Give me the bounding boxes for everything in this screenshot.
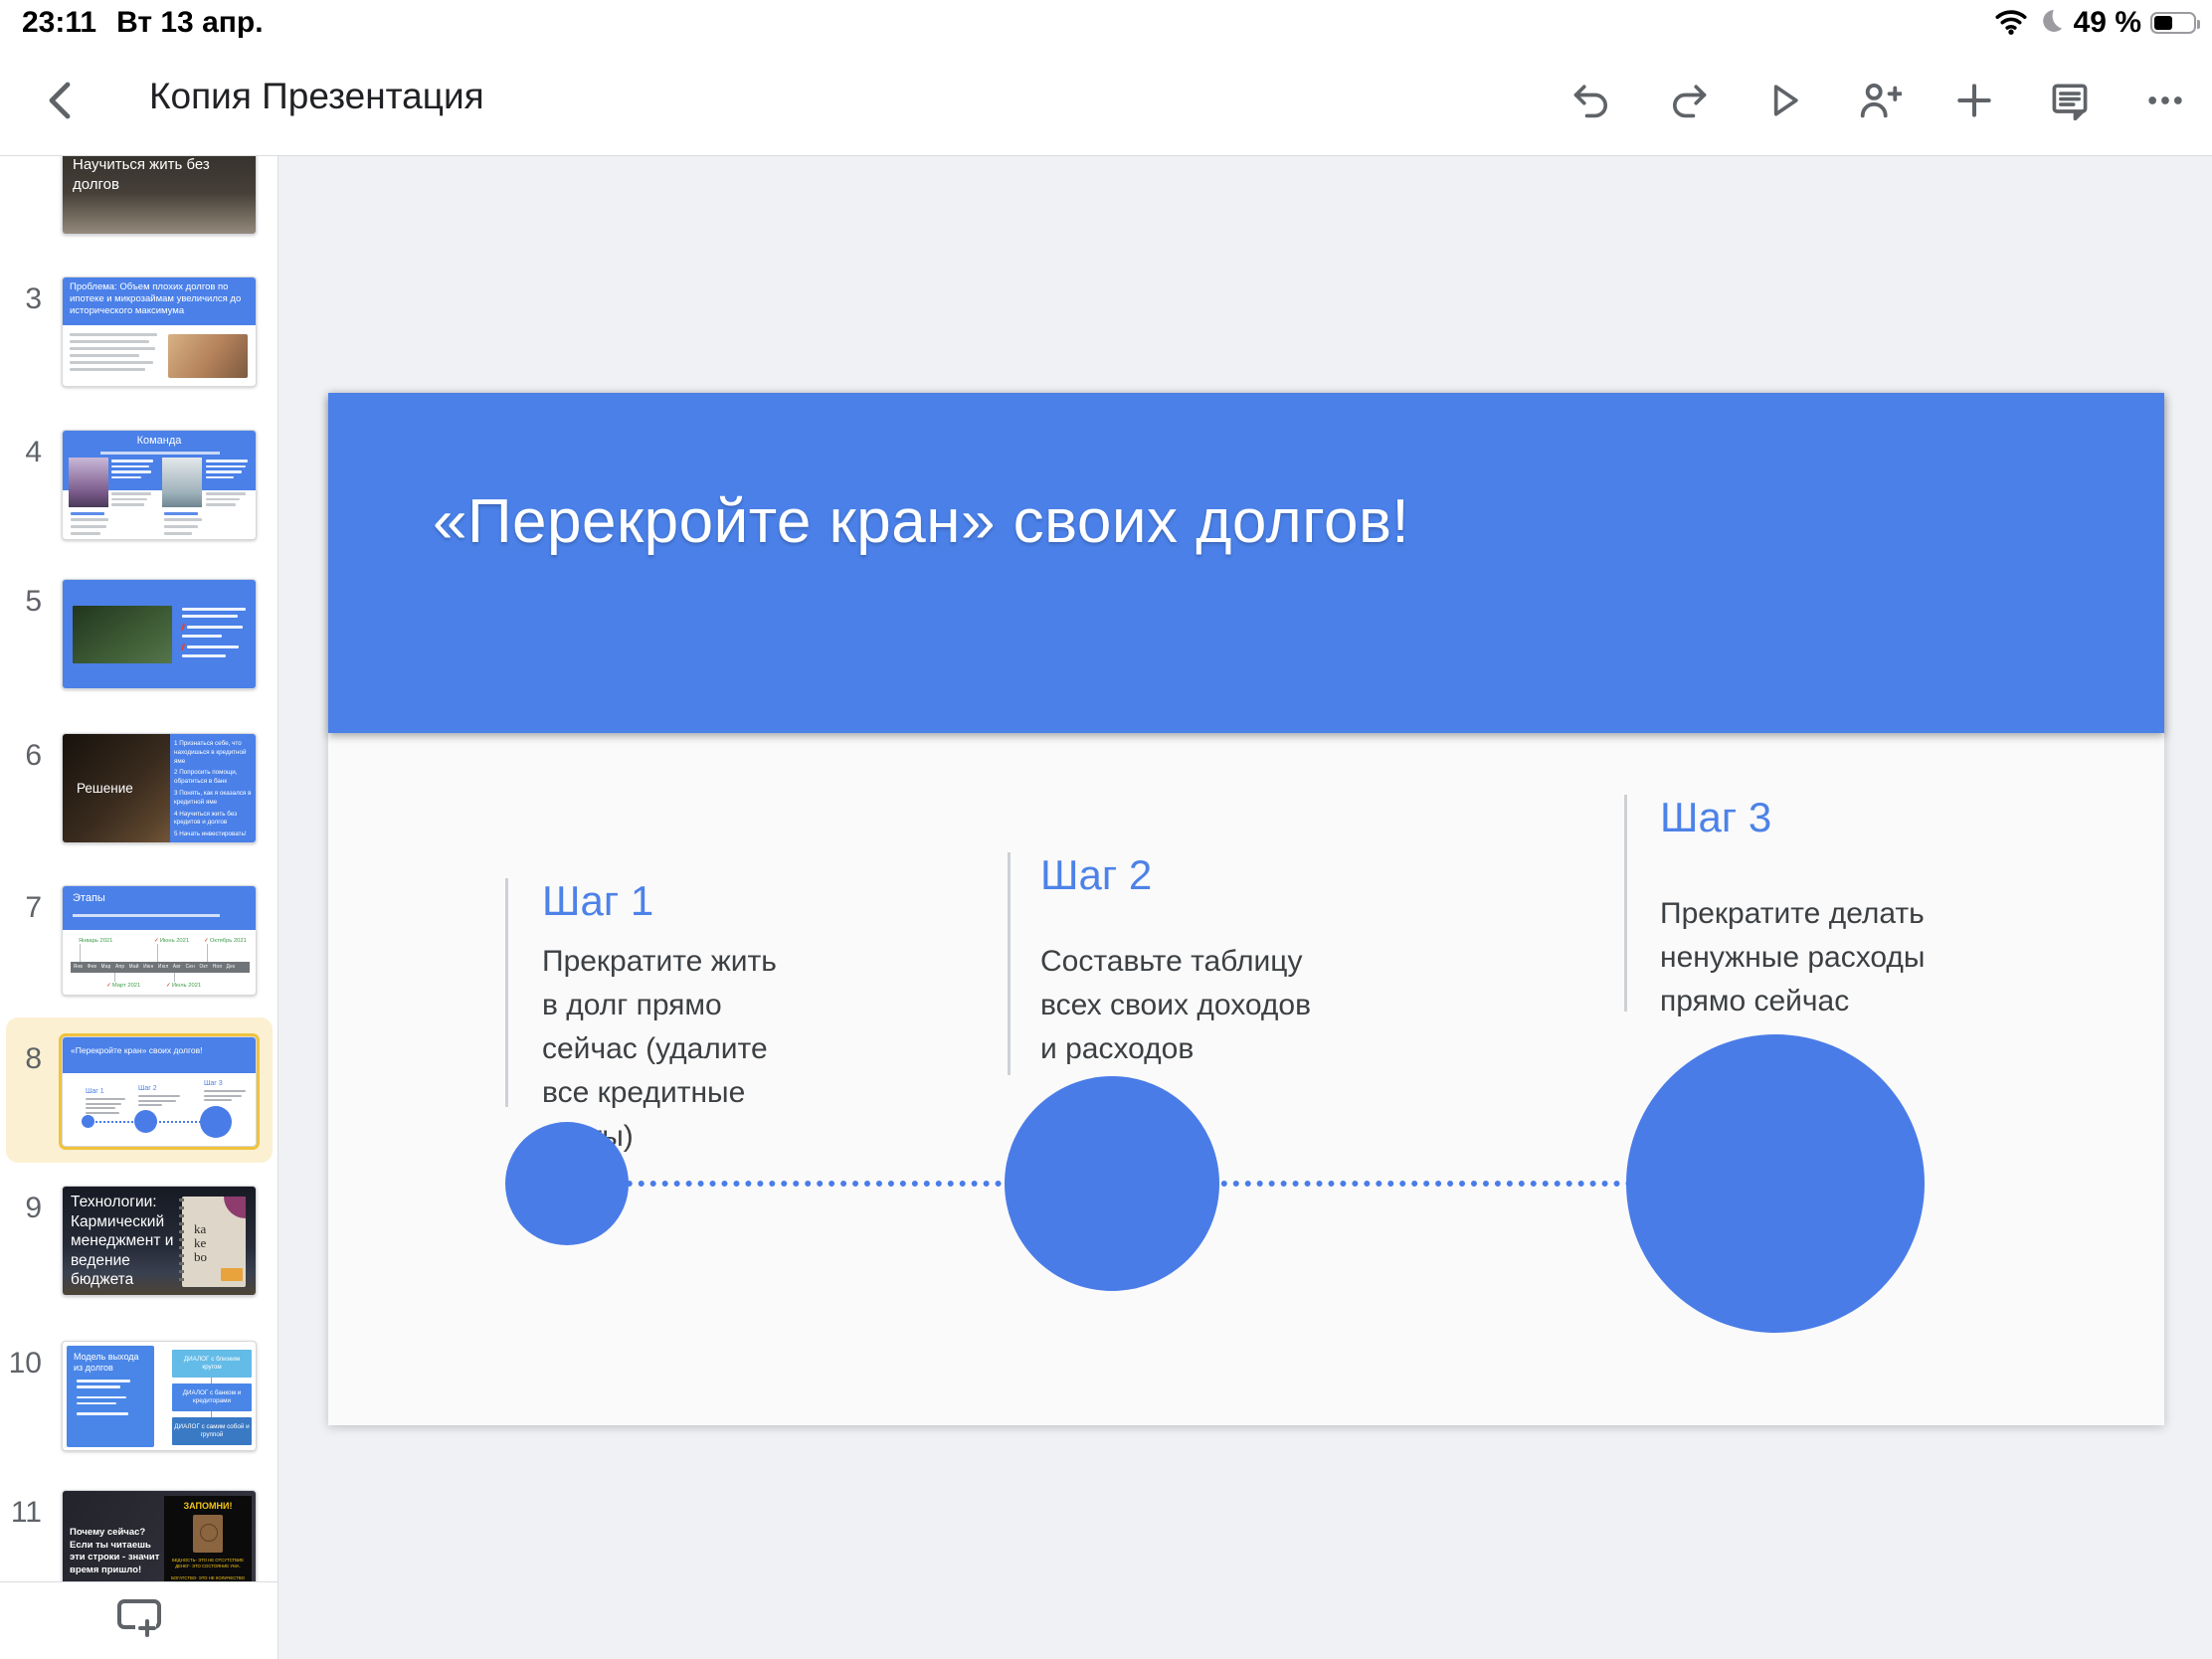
thumb3-body-lines bbox=[70, 333, 159, 375]
step-2-circle[interactable] bbox=[1005, 1076, 1219, 1291]
thumb2-text: Наша главная цель: Финансовая свобода/ Н… bbox=[73, 156, 232, 194]
slide-thumbnail-7[interactable]: Этапы Январь 2021 ✓Июнь 2021 ✓Октябрь 20… bbox=[62, 885, 257, 996]
slide-thumbnail-10[interactable]: Модель выхода из долгов ДИАЛОГ с близким… bbox=[62, 1341, 257, 1451]
thumb10-left-panel: Модель выхода из долгов bbox=[67, 1346, 154, 1447]
step-2-text[interactable]: Составьте таблицу всех своих доходов и р… bbox=[1040, 940, 1328, 1071]
step-1-label[interactable]: Шаг 1 bbox=[542, 878, 782, 924]
present-button[interactable] bbox=[1760, 78, 1806, 123]
slide-thumbnail-8-selected[interactable]: «Перекройте кран» своих долгов! Шаг 1 Ша… bbox=[62, 1036, 257, 1147]
thumb7-milestone: ✓Октябрь 2021 bbox=[204, 938, 247, 944]
thumb3-title: Проблема: Объем плохих долгов по ипотеке… bbox=[63, 277, 256, 325]
thumb9-text: Технологии: Кармический менеджмент и вед… bbox=[71, 1193, 182, 1290]
thumb8-step-2: Шаг 2 bbox=[138, 1085, 180, 1109]
step-3-block[interactable]: Шаг 3 Прекратите делать ненужные расходы… bbox=[1624, 795, 1933, 1012]
battery-percent: 49 % bbox=[2074, 6, 2141, 40]
thumb4-text-col-1 bbox=[111, 460, 155, 509]
thumb5-text-lines bbox=[182, 608, 252, 661]
step-3-label[interactable]: Шаг 3 bbox=[1660, 795, 1933, 840]
thumb4-text-col-2 bbox=[206, 460, 250, 509]
thumb11-text: Почему сейчас? Если ты читаешь эти строк… bbox=[70, 1527, 163, 1576]
status-date: Вт 13 апр. bbox=[116, 6, 263, 40]
thumb10-dialog-box-1: ДИАЛОГ с близким кругом bbox=[172, 1350, 252, 1378]
thumb7-milestone: ✓Июль 2021 bbox=[166, 983, 201, 989]
thumb7-milestone: ✓Июнь 2021 bbox=[154, 938, 189, 944]
slide-number: 9 bbox=[0, 1192, 42, 1225]
google-slides-app: 23:11 Вт 13 апр. 49 % Копия Презентация bbox=[0, 0, 2212, 1659]
comments-button[interactable] bbox=[2047, 78, 2093, 123]
slide-number: 3 bbox=[0, 282, 42, 316]
thumb8-circle-1 bbox=[82, 1115, 94, 1128]
more-options-button[interactable] bbox=[2142, 78, 2188, 123]
slide-thumbnail-9[interactable]: Технологии: Кармический менеджмент и вед… bbox=[62, 1186, 257, 1296]
slide-thumbnail-3[interactable]: Проблема: Объем плохих долгов по ипотеке… bbox=[62, 276, 257, 387]
thumb9-kakebo-book: ka ke bo bbox=[182, 1197, 246, 1287]
thumb10-dialog-box-3: ДИАЛОГ с самим собой и группой bbox=[172, 1417, 252, 1445]
status-bar: 23:11 Вт 13 апр. 49 % bbox=[0, 0, 2212, 45]
slide-thumbnail-6[interactable]: Решение 1 Признаться себе, что находишьс… bbox=[62, 733, 257, 843]
thumb7-title: Этапы bbox=[73, 892, 105, 904]
step-1-block[interactable]: Шаг 1 Прекратите жить в долг прямо сейча… bbox=[505, 878, 782, 1107]
battery-icon bbox=[2150, 12, 2196, 34]
thumb4-photo-1 bbox=[69, 458, 108, 507]
slide-number: 5 bbox=[0, 585, 42, 619]
thumb8-title: «Перекройте кран» своих долгов! bbox=[63, 1037, 256, 1073]
filmstrip-bottom-bar bbox=[0, 1581, 278, 1659]
status-icons: 49 % bbox=[1994, 5, 2196, 41]
thumb5-photo bbox=[73, 606, 172, 663]
step-2-block[interactable]: Шаг 2 Составьте таблицу всех своих доход… bbox=[1008, 852, 1328, 1075]
current-slide[interactable]: «Перекройте кран» своих долгов! Шаг 1 Пр… bbox=[328, 393, 2164, 1425]
thumb4-photo-2 bbox=[162, 458, 202, 507]
document-title[interactable]: Копия Презентация bbox=[149, 76, 484, 117]
slide-number: 8 bbox=[0, 1042, 42, 1076]
toolbar-actions bbox=[1569, 45, 2188, 156]
slide-number: 7 bbox=[0, 891, 42, 925]
thumb6-label: Решение bbox=[77, 781, 133, 796]
slide-number: 11 bbox=[0, 1496, 42, 1530]
slide-number: 4 bbox=[0, 436, 42, 469]
thumb3-photo bbox=[168, 334, 248, 378]
toolbar: Копия Презентация bbox=[0, 45, 2212, 156]
step-3-text[interactable]: Прекратите делать ненужные расходы прямо… bbox=[1660, 892, 1933, 1023]
wifi-icon bbox=[1994, 7, 2028, 40]
thumb8-circle-3 bbox=[200, 1106, 232, 1138]
add-button[interactable] bbox=[1951, 78, 1997, 123]
undo-button[interactable] bbox=[1569, 78, 1615, 123]
slide-thumbnail-11[interactable]: Почему сейчас? Если ты читаешь эти строк… bbox=[62, 1490, 257, 1581]
thumb4-title: Команда bbox=[63, 435, 256, 447]
do-not-disturb-moon-icon bbox=[2037, 7, 2065, 40]
thumb7-milestone: Январь 2021 bbox=[79, 938, 112, 944]
step-3-circle[interactable] bbox=[1626, 1034, 1925, 1333]
step-2-label[interactable]: Шаг 2 bbox=[1040, 852, 1328, 898]
thumb6-list-panel: 1 Признаться себе, что находишься в кред… bbox=[170, 734, 257, 843]
slide-thumbnail-5[interactable] bbox=[62, 579, 257, 689]
thumb4-name-1 bbox=[71, 512, 108, 539]
step-1-circle[interactable] bbox=[505, 1122, 629, 1245]
thumb11-card: ЗАПОМНИ! БЕДНОСТЬ- ЭТО НЕ ОТСУТСТВИЕ ДЕН… bbox=[164, 1496, 252, 1581]
status-time-date: 23:11 Вт 13 апр. bbox=[22, 6, 264, 40]
thumb7-milestone: ✓Март 2021 bbox=[106, 983, 140, 989]
thumb8-circle-2 bbox=[134, 1110, 157, 1133]
thumb8-step-1: Шаг 1 bbox=[86, 1088, 125, 1116]
slide-number: 10 bbox=[0, 1347, 42, 1381]
thumb7-months-bar: Янв Фев Мар Апр Май Июн Июл Авг Сен Окт … bbox=[71, 962, 250, 973]
status-time: 23:11 bbox=[22, 6, 96, 40]
thumb10-dialog-box-2: ДИАЛОГ с банком и кредиторами bbox=[172, 1383, 252, 1411]
slide-number: 6 bbox=[0, 739, 42, 773]
back-button[interactable] bbox=[38, 77, 86, 124]
slide-thumbnail-2[interactable]: Наша главная цель: Финансовая свобода/ Н… bbox=[62, 156, 257, 235]
thumb8-step-3: Шаг 3 bbox=[204, 1080, 246, 1104]
slide-title-text[interactable]: «Перекройте кран» своих долгов! bbox=[433, 486, 1409, 557]
share-add-person-button[interactable] bbox=[1856, 78, 1902, 123]
editor-canvas: «Перекройте кран» своих долгов! Шаг 1 Пр… bbox=[278, 156, 2212, 1659]
slide-filmstrip: Наша главная цель: Финансовая свобода/ Н… bbox=[0, 156, 278, 1581]
new-slide-button[interactable] bbox=[114, 1595, 164, 1646]
slide-thumbnail-4[interactable]: Команда bbox=[62, 430, 257, 540]
redo-button[interactable] bbox=[1665, 78, 1711, 123]
thumb4-name-2 bbox=[164, 512, 202, 539]
slide-title-block[interactable]: «Перекройте кран» своих долгов! bbox=[328, 393, 2164, 733]
